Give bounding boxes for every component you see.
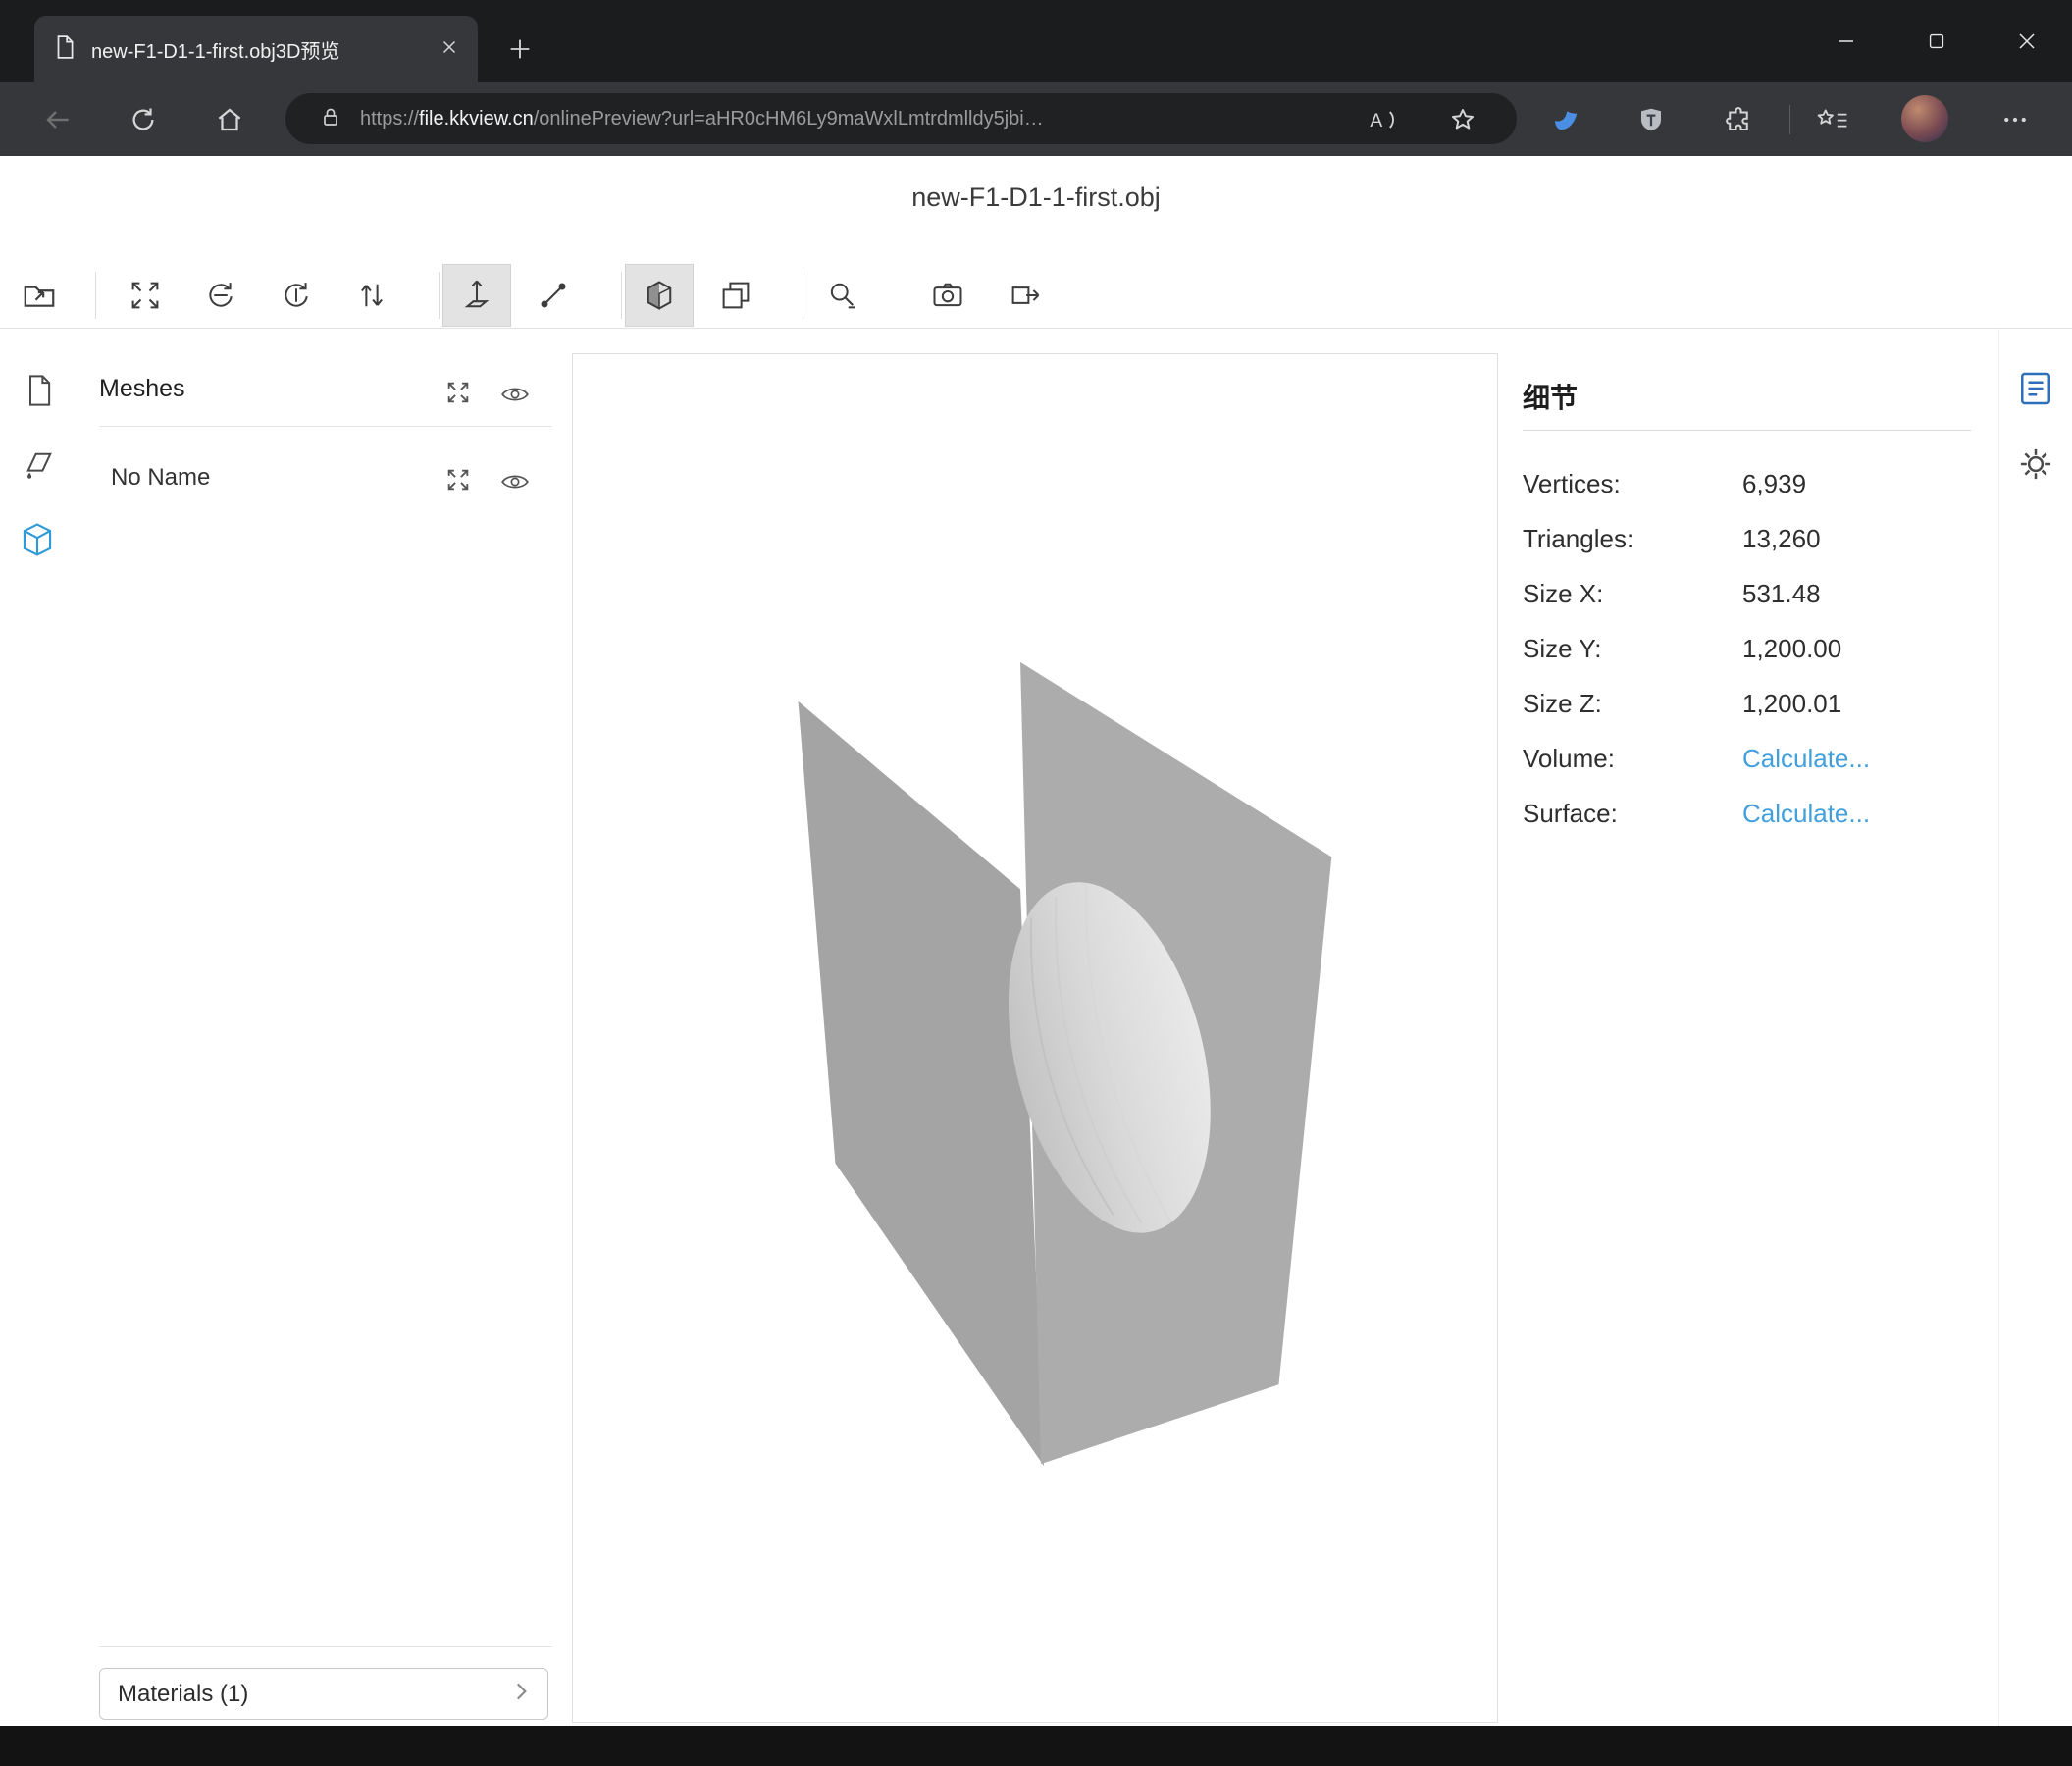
titlebar: new-F1-D1-1-first.obj3D预览 <box>0 0 2072 82</box>
detail-row: Surface: Calculate... <box>1523 786 1974 841</box>
meshes-divider <box>99 426 552 427</box>
refresh-button[interactable] <box>125 101 162 138</box>
meshes-fit-button[interactable] <box>443 378 473 407</box>
profile-avatar[interactable] <box>1901 95 1948 142</box>
toolbar-separator <box>95 272 96 319</box>
line-tool-button[interactable] <box>519 264 588 327</box>
details-header: 细节 <box>1523 377 1578 416</box>
perspective-view-button[interactable] <box>625 264 694 327</box>
extension-blue-button[interactable] <box>1547 101 1584 138</box>
read-aloud-button[interactable]: A <box>1365 101 1402 138</box>
url-text[interactable]: https://file.kkview.cn/onlinePreview?url… <box>360 108 1044 130</box>
detail-label: Size X: <box>1523 579 1742 609</box>
url-scheme: https:// <box>360 108 419 130</box>
settings-button[interactable] <box>2012 441 2059 488</box>
pan-tool-button[interactable] <box>442 264 511 327</box>
details-panel-toggle[interactable] <box>2012 365 2059 412</box>
url-bar[interactable]: https://file.kkview.cn/onlinePreview?url… <box>285 93 1517 144</box>
details-underline <box>1523 430 1971 431</box>
page-title: new-F1-D1-1-first.obj <box>0 182 2072 213</box>
screenshot-button[interactable] <box>913 264 982 327</box>
detail-value: 1,200.01 <box>1742 689 1841 719</box>
detail-value: 531.48 <box>1742 579 1821 609</box>
home-button[interactable] <box>211 101 248 138</box>
rotate-x-button[interactable] <box>186 264 255 327</box>
url-host: file.kkview.cn <box>419 108 534 130</box>
rotate-y-button[interactable] <box>262 264 331 327</box>
detail-label: Size Z: <box>1523 689 1742 719</box>
detail-label: Volume: <box>1523 744 1742 774</box>
url-path: /onlinePreview?url=aHR0cHM6Ly9maWxlLmtrd… <box>534 108 1044 130</box>
meshes-header: Meshes <box>99 375 185 403</box>
tab-close-icon[interactable] <box>439 36 460 63</box>
model-render <box>573 354 1497 1722</box>
detail-row: Triangles: 13,260 <box>1523 511 1974 566</box>
minimize-button[interactable] <box>1801 0 1891 82</box>
model-viewport[interactable] <box>572 353 1498 1723</box>
detail-label: Triangles: <box>1523 524 1742 554</box>
toolbar-separator <box>439 272 440 319</box>
calculate-surface-link[interactable]: Calculate... <box>1742 799 1870 829</box>
meshes-visibility-button[interactable] <box>500 380 530 409</box>
detail-label: Surface: <box>1523 799 1742 829</box>
chevron-right-icon <box>508 1679 534 1709</box>
flip-vertical-button[interactable] <box>337 264 406 327</box>
mesh-item-name[interactable]: No Name <box>111 464 210 492</box>
more-options-button[interactable] <box>1996 101 2034 138</box>
model-tab[interactable] <box>18 520 57 559</box>
extensions-menu-button[interactable] <box>1720 101 1757 138</box>
detail-label: Vertices: <box>1523 469 1742 499</box>
maximize-button[interactable] <box>1891 0 1982 82</box>
fit-view-button[interactable] <box>111 264 180 327</box>
calculate-volume-link[interactable]: Calculate... <box>1742 744 1870 774</box>
measure-button[interactable] <box>807 264 876 327</box>
detail-value: 13,260 <box>1742 524 1821 554</box>
favorites-list-button[interactable] <box>1811 101 1854 138</box>
lock-icon[interactable] <box>319 105 342 133</box>
detail-label: Size Y: <box>1523 634 1742 664</box>
model-plane-left <box>799 701 1044 1466</box>
detail-row: Vertices: 6,939 <box>1523 456 1974 511</box>
details-rows: Vertices: 6,939 Triangles: 13,260 Size X… <box>1523 456 1974 841</box>
open-model-button[interactable] <box>5 264 74 327</box>
back-button[interactable] <box>39 101 77 138</box>
mesh-visibility-button[interactable] <box>500 467 530 496</box>
browser-tab[interactable]: new-F1-D1-1-first.obj3D预览 <box>34 16 478 82</box>
toolbar-divider <box>1789 105 1790 134</box>
tampermonkey-extension-button[interactable] <box>1632 101 1670 138</box>
detail-row: Size Y: 1,200.00 <box>1523 621 1974 676</box>
svg-text:A: A <box>1370 111 1382 131</box>
orthographic-view-button[interactable] <box>701 264 770 327</box>
new-tab-button[interactable] <box>500 29 540 69</box>
bottom-bar <box>0 1726 2072 1766</box>
navigation-bar: https://file.kkview.cn/onlinePreview?url… <box>0 82 2072 156</box>
materials-divider <box>99 1646 552 1647</box>
materials-tab[interactable] <box>20 445 59 485</box>
file-info-tab[interactable] <box>20 371 59 410</box>
window-controls <box>1801 0 2072 82</box>
favorite-star-button[interactable] <box>1444 101 1481 138</box>
detail-row: Size Z: 1,200.01 <box>1523 676 1974 731</box>
toolbar-separator <box>621 272 622 319</box>
browser-window: new-F1-D1-1-first.obj3D预览 <box>0 0 2072 1766</box>
detail-row: Size X: 531.48 <box>1523 566 1974 621</box>
tab-title: new-F1-D1-1-first.obj3D预览 <box>91 35 425 64</box>
detail-value: 1,200.00 <box>1742 634 1841 664</box>
materials-button-label: Materials (1) <box>118 1681 508 1708</box>
mesh-fit-button[interactable] <box>443 465 473 494</box>
close-button[interactable] <box>1982 0 2072 82</box>
materials-button[interactable]: Materials (1) <box>99 1668 548 1720</box>
viewer-toolbar <box>0 263 2072 329</box>
page-file-icon <box>52 34 78 65</box>
export-button[interactable] <box>991 264 1060 327</box>
detail-row: Volume: Calculate... <box>1523 731 1974 786</box>
right-strip <box>1998 329 2072 1727</box>
detail-value: 6,939 <box>1742 469 1806 499</box>
